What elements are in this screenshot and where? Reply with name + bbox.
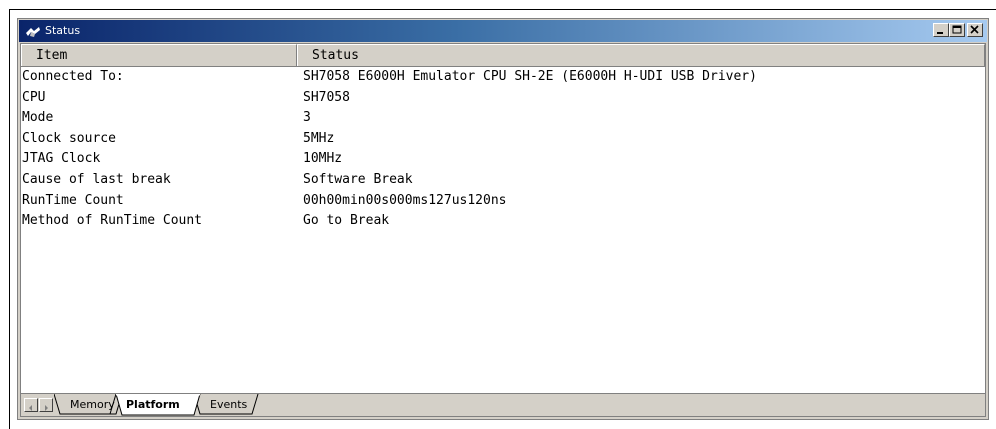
tab-events[interactable]: Events bbox=[210, 398, 247, 411]
status-rows: Connected To: SH7058 E6000H Emulator CPU… bbox=[21, 67, 985, 232]
window-title: Status bbox=[45, 24, 81, 37]
tab-platform[interactable]: Platform bbox=[126, 398, 180, 411]
row-item: Clock source bbox=[22, 130, 116, 146]
row-item: Method of RunTime Count bbox=[22, 213, 203, 229]
table-row[interactable]: Cause of last break Software Break bbox=[21, 170, 985, 191]
row-status: 10MHz bbox=[303, 151, 343, 167]
close-button[interactable] bbox=[967, 23, 983, 37]
row-item: CPU bbox=[22, 89, 46, 105]
row-item: JTAG Clock bbox=[22, 151, 101, 167]
table-header: Item Status bbox=[21, 44, 985, 67]
table-row[interactable]: Clock source 5MHz bbox=[21, 129, 985, 150]
row-item: Connected To: bbox=[22, 69, 124, 84]
row-status: SH7058 bbox=[303, 89, 350, 105]
scroll-left-icon bbox=[29, 405, 32, 411]
maximize-icon bbox=[952, 25, 962, 34]
status-panel: Item Status Connected To: SH7058 E6000H … bbox=[20, 43, 986, 417]
tab-scroll-left-button[interactable] bbox=[24, 398, 38, 412]
table-row[interactable]: CPU SH7058 bbox=[21, 88, 985, 109]
row-status: Software Break bbox=[303, 171, 413, 187]
tab-bar: Memory Platform Events bbox=[21, 393, 985, 416]
table-row[interactable]: Connected To: SH7058 E6000H Emulator CPU… bbox=[21, 67, 985, 88]
row-status: 00h00min00s000ms127us120ns bbox=[303, 192, 507, 208]
table-row[interactable]: Mode 3 bbox=[21, 108, 985, 129]
minimize-button[interactable] bbox=[933, 23, 949, 37]
minimize-icon bbox=[937, 32, 943, 34]
row-status: Go to Break bbox=[303, 213, 390, 229]
close-icon bbox=[970, 25, 979, 34]
table-row[interactable]: JTAG Clock 10MHz bbox=[21, 149, 985, 170]
maximize-button[interactable] bbox=[949, 23, 965, 37]
row-item: Mode bbox=[22, 110, 54, 126]
tab-scroll-right-button[interactable] bbox=[39, 398, 53, 412]
row-item: RunTime Count bbox=[22, 192, 124, 208]
tab-memory[interactable]: Memory bbox=[70, 398, 115, 411]
table-row[interactable]: RunTime Count 00h00min00s000ms127us120ns bbox=[21, 191, 985, 212]
scroll-right-icon bbox=[45, 405, 48, 411]
column-header-item[interactable]: Item bbox=[21, 44, 297, 66]
column-header-status[interactable]: Status bbox=[297, 44, 985, 66]
row-status: 5MHz bbox=[303, 130, 335, 146]
row-item: Cause of last break bbox=[22, 171, 171, 187]
row-status: 3 bbox=[303, 110, 311, 126]
table-row[interactable]: Method of RunTime Count Go to Break bbox=[21, 211, 985, 232]
row-status: SH7058 E6000H Emulator CPU SH-2E (E6000H… bbox=[303, 69, 757, 84]
status-window: Status Item Status Connected To: SH7058 … bbox=[17, 18, 989, 420]
title-bar[interactable]: Status bbox=[19, 20, 987, 42]
status-window-icon bbox=[25, 24, 41, 38]
